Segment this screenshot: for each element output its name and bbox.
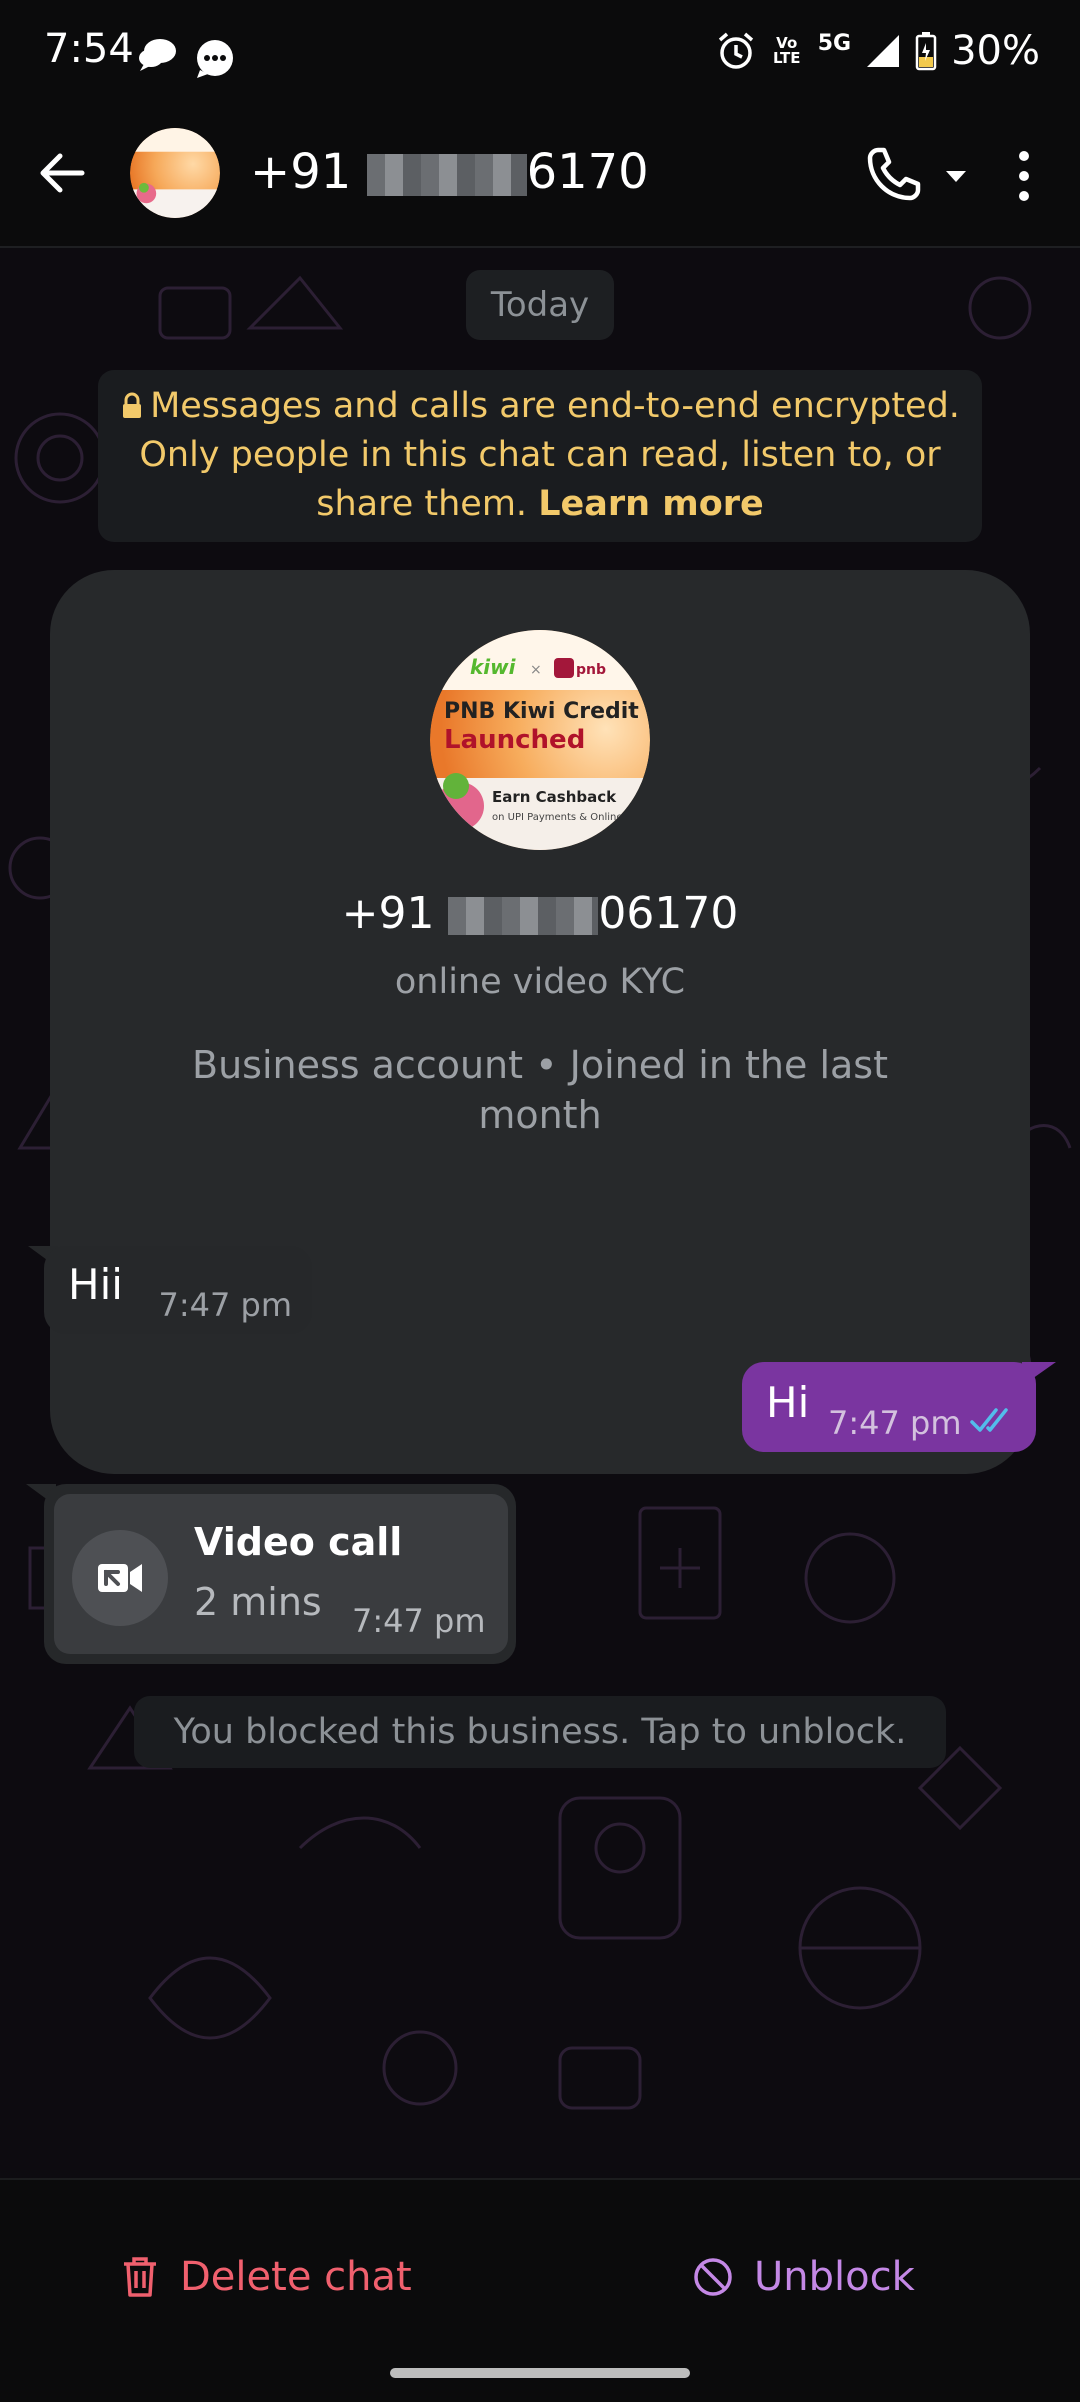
contact-avatar[interactable] bbox=[130, 128, 220, 218]
avatar-line1: PNB Kiwi Credit C bbox=[444, 699, 650, 724]
avatar-brand2: pnb bbox=[576, 662, 606, 678]
avatar-line2: Launched bbox=[444, 725, 585, 755]
avatar-line3: Earn Cashback bbox=[492, 788, 617, 806]
encryption-notice[interactable]: Messages and calls are end-to-end encryp… bbox=[98, 370, 982, 542]
message-time: 7:47 pm bbox=[828, 1404, 962, 1442]
message-text: Hi bbox=[766, 1378, 810, 1427]
home-indicator[interactable] bbox=[390, 2368, 690, 2378]
contact-title[interactable]: +91 6170 bbox=[250, 144, 649, 200]
phone-icon[interactable] bbox=[864, 144, 924, 204]
video-call-missed-icon bbox=[98, 1564, 142, 1592]
contact-name-suffix: 6170 bbox=[526, 144, 649, 200]
unblock-label: Unblock bbox=[754, 2254, 915, 2300]
battery-icon bbox=[915, 32, 937, 71]
status-bar: 7:54 Vo LTE 5G 30% bbox=[0, 0, 1080, 100]
call-title: Video call bbox=[194, 1520, 403, 1564]
chat-notification-icon bbox=[139, 39, 176, 71]
profile-number-suffix: 06170 bbox=[598, 888, 739, 939]
block-icon bbox=[694, 2258, 732, 2296]
delete-chat-button[interactable]: Delete chat bbox=[120, 2242, 412, 2312]
back-arrow-icon[interactable] bbox=[34, 145, 90, 201]
bottom-action-bar: Delete chat Unblock bbox=[0, 2178, 1080, 2402]
chat-area[interactable]: Today Messages and calls are end-to-end … bbox=[0, 248, 1080, 2178]
profile-avatar[interactable]: kiwi × pnb PNB Kiwi Credit C Launched Ea… bbox=[430, 630, 650, 850]
network-type: 5G bbox=[817, 30, 852, 56]
blocked-notice[interactable]: You blocked this business. Tap to unbloc… bbox=[134, 1696, 946, 1768]
more-vert-icon[interactable] bbox=[1006, 148, 1042, 204]
profile-avatar-image: kiwi × pnb PNB Kiwi Credit C Launched Ea… bbox=[430, 630, 650, 850]
profile-number-prefix: +91 bbox=[341, 888, 449, 939]
delete-chat-label: Delete chat bbox=[180, 2254, 412, 2300]
alarm-icon bbox=[718, 32, 753, 69]
profile-meta: Business account • Joined in the last mo… bbox=[192, 1043, 888, 1137]
avatar-brand1: kiwi bbox=[470, 655, 517, 679]
call-log-bubble[interactable]: Video call 2 mins 7:47 pm bbox=[44, 1484, 516, 1664]
avatar-image bbox=[130, 128, 220, 218]
avatar-line4: on UPI Payments & Online bbox=[492, 812, 623, 823]
message-time: 7:47 pm bbox=[158, 1286, 292, 1324]
message-text: Hii bbox=[68, 1260, 123, 1309]
learn-more-link[interactable]: Learn more bbox=[538, 484, 764, 524]
caret-down-icon[interactable] bbox=[942, 162, 970, 190]
message-notification-icon bbox=[197, 40, 233, 78]
call-time: 7:47 pm bbox=[352, 1602, 486, 1640]
contact-name-prefix: +91 bbox=[250, 144, 367, 200]
trash-icon bbox=[124, 2257, 156, 2297]
message-bubble-outgoing[interactable]: Hi 7:47 pm bbox=[742, 1362, 1036, 1452]
chat-header: +91 6170 bbox=[0, 100, 1080, 248]
call-log-card[interactable]: Video call 2 mins 7:47 pm bbox=[54, 1494, 508, 1654]
redacted-number bbox=[366, 154, 527, 196]
business-profile-card: kiwi × pnb PNB Kiwi Credit C Launched Ea… bbox=[50, 570, 1030, 1474]
profile-description: online video KYC bbox=[394, 962, 686, 1002]
volte-indicator: Vo LTE bbox=[772, 34, 801, 67]
status-right-group: Vo LTE 5G 30% bbox=[716, 26, 1040, 76]
date-divider: Today bbox=[466, 270, 614, 340]
profile-phone-number: +91 06170 bbox=[50, 888, 1030, 939]
unblock-button[interactable]: Unblock bbox=[692, 2242, 915, 2312]
signal-icon bbox=[867, 35, 900, 67]
avatar-times: × bbox=[530, 662, 542, 678]
lock-icon bbox=[123, 392, 142, 418]
status-time: 7:54 bbox=[44, 26, 134, 72]
video-call-icon-wrap bbox=[72, 1530, 168, 1626]
call-duration: 2 mins bbox=[194, 1580, 322, 1624]
redacted-number bbox=[448, 897, 599, 935]
battery-percent: 30% bbox=[951, 28, 1040, 74]
message-bubble-incoming[interactable]: Hii 7:47 pm bbox=[44, 1246, 312, 1334]
read-receipt-icon bbox=[970, 1408, 1008, 1432]
